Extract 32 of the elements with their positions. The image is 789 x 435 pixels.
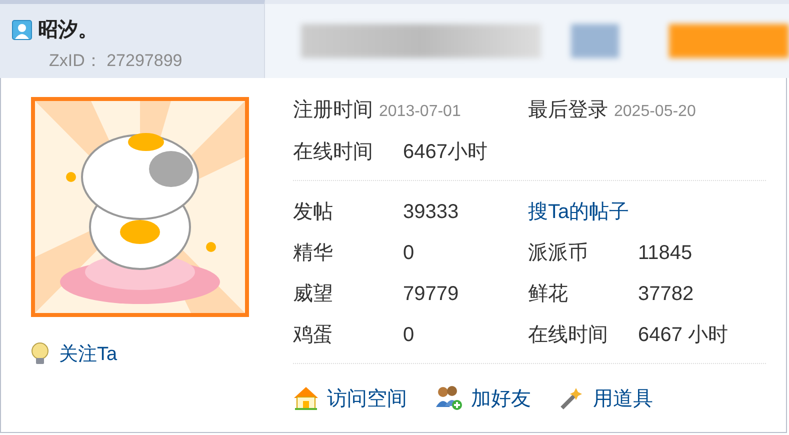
action-link[interactable]: 用道具	[559, 384, 653, 412]
user-id: ZxID： 27297899	[49, 50, 184, 72]
follow-link[interactable]: 关注Ta	[31, 341, 263, 367]
stat-label: 鸡蛋	[293, 323, 334, 348]
user-avatar-icon	[12, 20, 32, 40]
stat-label: 精华	[293, 241, 334, 266]
stat-value: 39333	[403, 201, 459, 224]
date-value: 2025-05-20	[614, 102, 696, 120]
stat-value: 37782	[638, 283, 694, 306]
stat-value: 6467 小时	[638, 323, 728, 348]
action-link[interactable]: 加好友	[435, 384, 531, 412]
date-value: 2013-07-01	[379, 102, 461, 120]
stat-label: 在线时间	[293, 140, 374, 164]
blurred-content	[571, 24, 619, 58]
stat-label: 注册时间	[293, 98, 373, 122]
lightbulb-icon	[31, 342, 49, 366]
stat-label: 派派币	[528, 241, 589, 266]
stat-value: 11845	[638, 242, 692, 265]
stat-label: 在线时间	[528, 323, 609, 348]
stat-label: 威望	[293, 282, 334, 307]
stat-value: 79779	[403, 283, 459, 306]
stat-value: 0	[403, 242, 414, 265]
stat-label: 发帖	[293, 200, 334, 225]
user-name[interactable]: 昭汐。	[38, 16, 98, 43]
stat-label: 最后登录	[528, 98, 608, 122]
stat-label: 鲜花	[528, 282, 569, 307]
stat-value: 6467小时	[403, 140, 488, 164]
action-link[interactable]: 访问空间	[293, 384, 407, 412]
people-add-icon	[435, 385, 463, 411]
search-posts-link[interactable]: 搜Ta的帖子	[528, 198, 630, 225]
house-icon	[293, 385, 319, 411]
stat-value: 0	[403, 324, 414, 347]
